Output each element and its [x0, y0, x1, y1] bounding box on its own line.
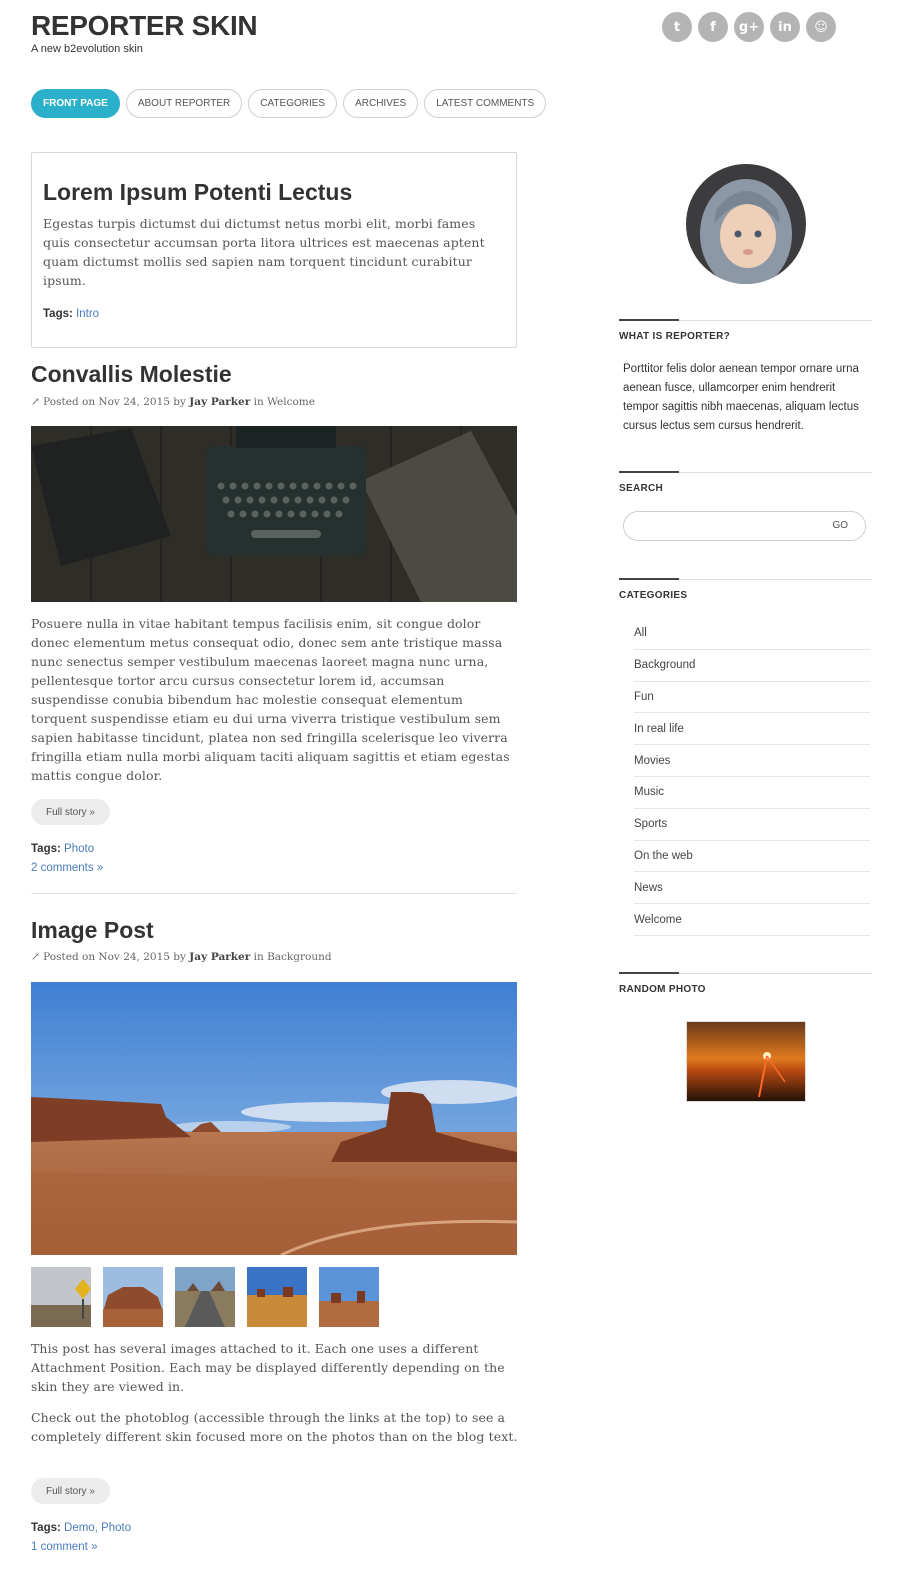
thumbnail-highway[interactable]	[175, 1267, 235, 1327]
search-input[interactable]: GO	[623, 511, 866, 541]
comments-link[interactable]: 1 comment »	[31, 1541, 97, 1553]
github-icon[interactable]: ☺	[806, 12, 836, 42]
category-on-the-web[interactable]: On the web	[634, 841, 870, 873]
post-meta: ↗ Posted on Nov 24, 2015 by Jay Parker i…	[31, 396, 315, 408]
intro-body: Egestas turpis dictumst dui dictumst net…	[43, 216, 485, 288]
post-title[interactable]: Image Post	[31, 917, 154, 944]
post-date: Posted on Nov 24, 2015 by	[43, 951, 186, 963]
typewriter-photo	[31, 426, 517, 602]
tags-label: Tags:	[31, 1522, 61, 1534]
category-in-real-life[interactable]: In real life	[634, 713, 870, 746]
about-text: Porttitor felis dolor aenean tempor orna…	[623, 363, 859, 432]
widget-heading-search: SEARCH	[619, 471, 872, 494]
category-all[interactable]: All	[634, 618, 870, 650]
linkedin-icon[interactable]: in	[770, 12, 800, 42]
category-fun[interactable]: Fun	[634, 682, 870, 714]
post-category[interactable]: in Welcome	[254, 396, 315, 408]
post-tags: Tags: Photo	[31, 843, 94, 855]
intro-post: Lorem Ipsum Potenti Lectus Egestas turpi…	[31, 152, 517, 348]
post-tags: Tags: Demo, Photo	[31, 1522, 131, 1534]
avatar	[686, 164, 806, 284]
social-links: t f g+ in ☺	[662, 12, 836, 42]
post-body-paragraph-1: This post has several images attached to…	[31, 1341, 505, 1394]
category-background[interactable]: Background	[634, 650, 870, 682]
twitter-icon[interactable]: t	[662, 12, 692, 42]
full-story-button[interactable]: Full story »	[31, 799, 110, 825]
nav-archives[interactable]: ARCHIVES	[343, 89, 419, 118]
attachment-thumbnails	[31, 1267, 379, 1327]
intro-title: Lorem Ipsum Potenti Lectus	[43, 179, 353, 205]
site-title[interactable]: REPORTER SKIN	[31, 10, 258, 42]
post-image-landscape[interactable]	[31, 982, 517, 1255]
tag-link[interactable]: Intro	[76, 308, 99, 320]
nav-latest-comments[interactable]: LATEST COMMENTS	[424, 89, 547, 118]
external-link-icon: ↗	[31, 951, 40, 963]
facebook-icon[interactable]: f	[698, 12, 728, 42]
nav-about-reporter[interactable]: ABOUT REPORTER	[125, 89, 243, 118]
post-category[interactable]: in Background	[254, 951, 332, 963]
post-body-paragraph-2: Check out the photoblog (accessible thro…	[31, 1410, 518, 1444]
category-movies[interactable]: Movies	[634, 745, 870, 777]
thumbnail-valley[interactable]	[247, 1267, 307, 1327]
tag-link[interactable]: Photo	[64, 843, 94, 855]
thumbnail-mesa[interactable]	[103, 1267, 163, 1327]
main-nav: FRONT PAGE ABOUT REPORTER CATEGORIES ARC…	[31, 89, 547, 118]
full-story-button[interactable]: Full story »	[31, 1478, 110, 1504]
post-body: Posuere nulla in vitae habitant tempus f…	[31, 616, 510, 783]
thumbnail-road-sign[interactable]	[31, 1267, 91, 1327]
tags-label: Tags:	[31, 843, 61, 855]
category-sports[interactable]: Sports	[634, 809, 870, 841]
desert-photo	[31, 982, 517, 1255]
post-author[interactable]: Jay Parker	[189, 396, 250, 408]
nav-front-page[interactable]: FRONT PAGE	[31, 89, 120, 118]
post-image-typewriter[interactable]	[31, 426, 517, 602]
category-welcome[interactable]: Welcome	[634, 904, 870, 936]
widget-heading-categories: CATEGORIES	[619, 578, 872, 601]
tag-link[interactable]: Demo, Photo	[64, 1522, 131, 1534]
widget-heading-about: WHAT IS REPORTER?	[619, 319, 872, 342]
search-go-button[interactable]: GO	[832, 520, 848, 531]
post-title[interactable]: Convallis Molestie	[31, 361, 232, 388]
tags-label: Tags:	[43, 308, 73, 320]
random-photo[interactable]	[686, 1021, 806, 1102]
google-plus-icon[interactable]: g+	[734, 12, 764, 42]
post-author[interactable]: Jay Parker	[189, 951, 250, 963]
post-date: Posted on Nov 24, 2015 by	[43, 396, 186, 408]
site-tagline: A new b2evolution skin	[31, 43, 143, 55]
thumbnail-buttes[interactable]	[319, 1267, 379, 1327]
nav-categories[interactable]: CATEGORIES	[248, 89, 338, 118]
category-music[interactable]: Music	[634, 777, 870, 809]
categories-list: All Background Fun In real life Movies M…	[634, 618, 870, 936]
external-link-icon: ↗	[31, 396, 40, 408]
comments-link[interactable]: 2 comments »	[31, 862, 103, 874]
intro-tags: Tags: Intro	[43, 308, 505, 320]
post-divider	[31, 893, 517, 894]
post-meta: ↗ Posted on Nov 24, 2015 by Jay Parker i…	[31, 951, 332, 963]
category-news[interactable]: News	[634, 872, 870, 905]
widget-heading-random-photo: RANDOM PHOTO	[619, 972, 872, 995]
